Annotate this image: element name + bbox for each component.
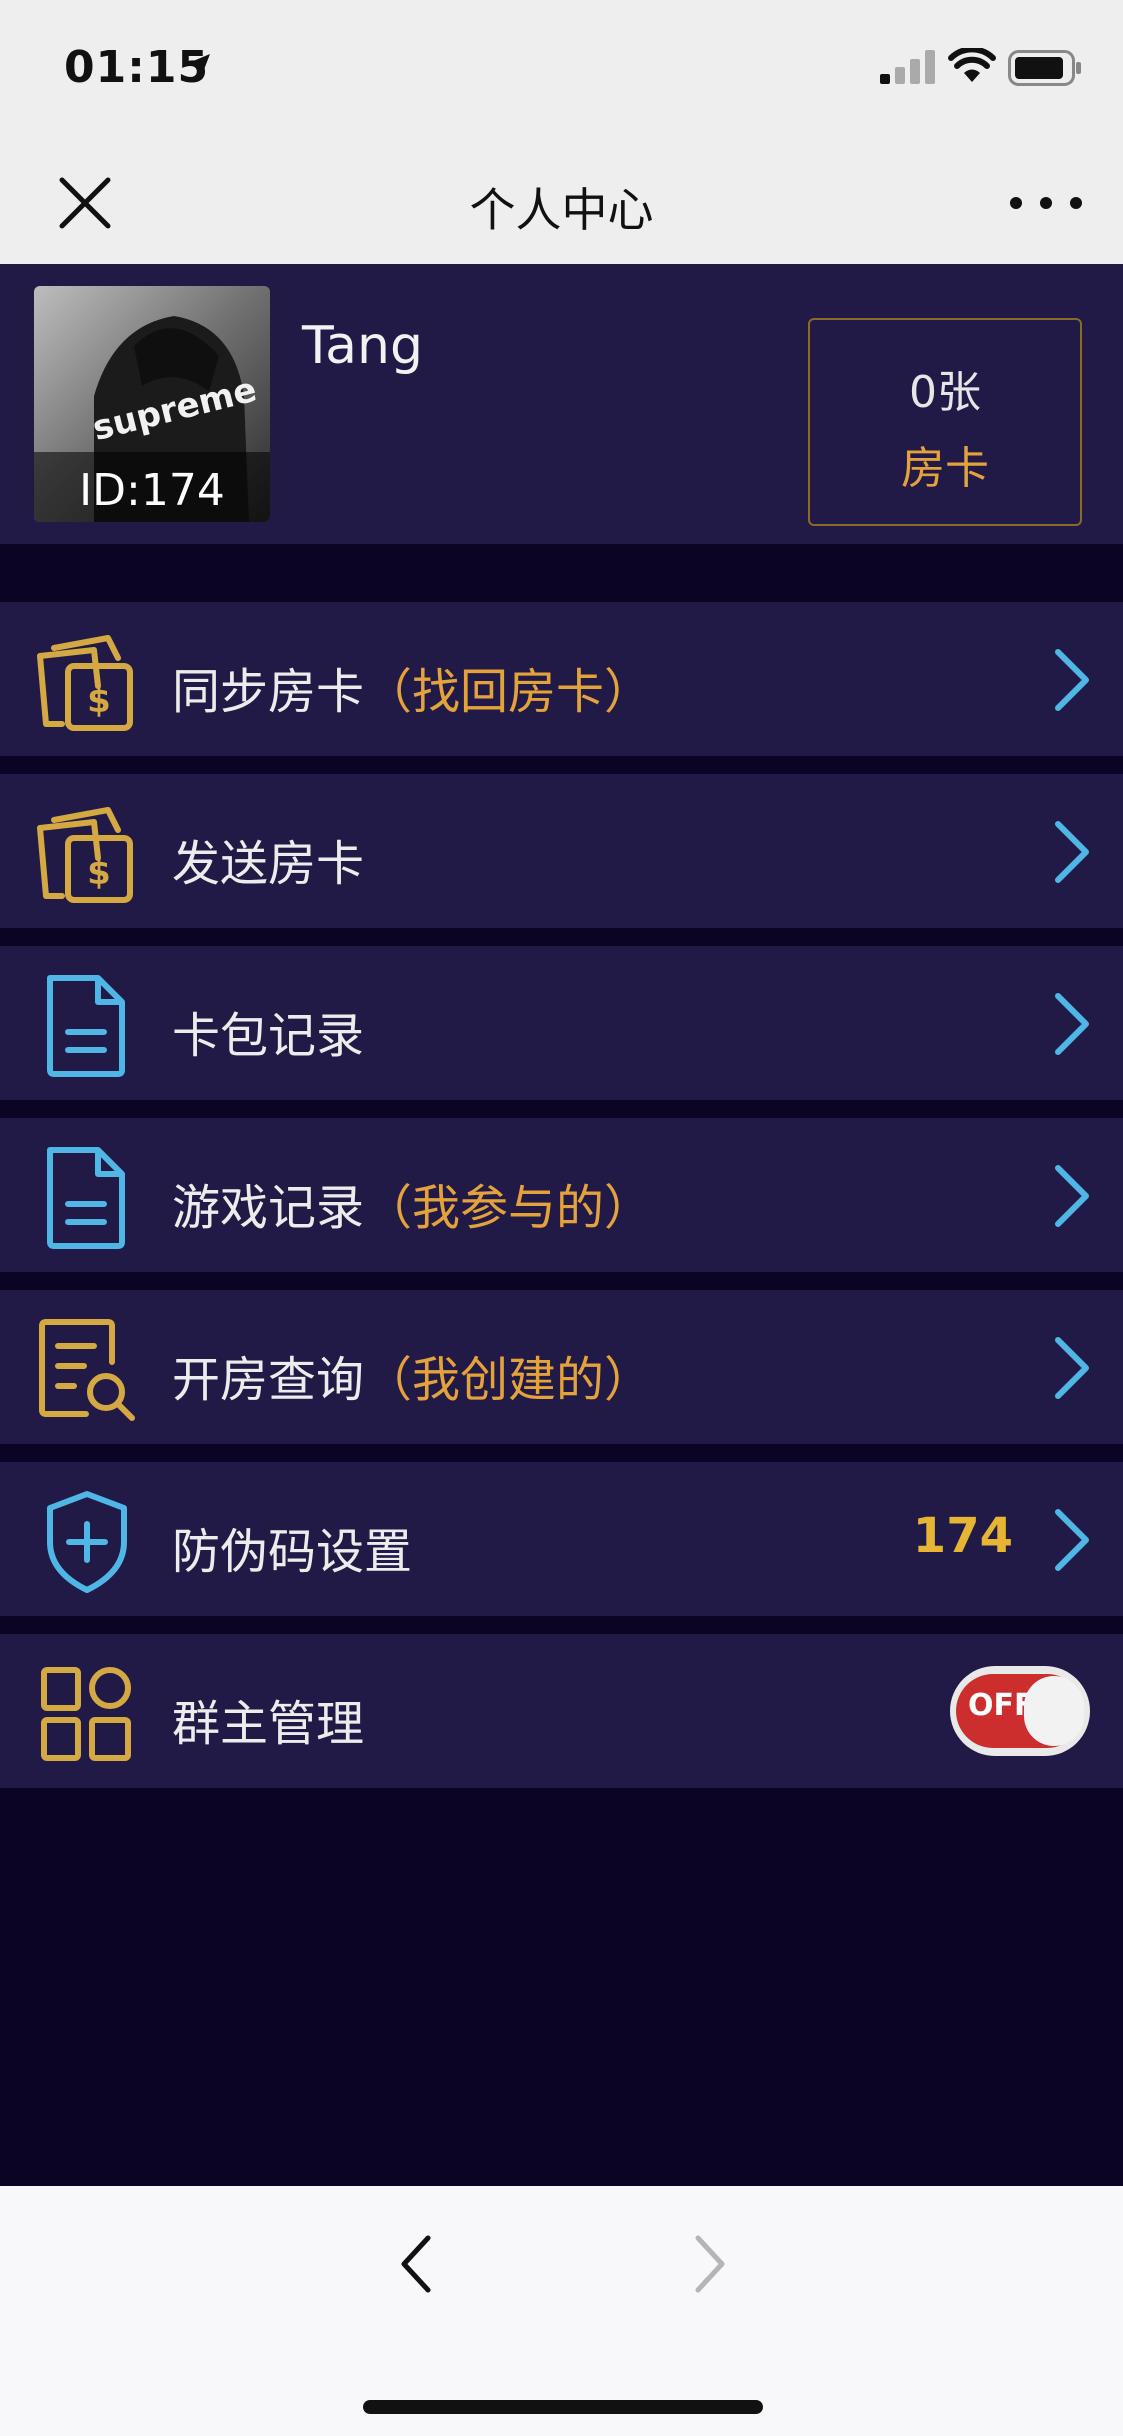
money-cards-icon: $ bbox=[37, 807, 133, 903]
svg-text:$: $ bbox=[87, 681, 111, 721]
chevron-right-icon bbox=[1055, 649, 1089, 711]
menu-item-sync-cards[interactable]: $ 同步房卡（找回房卡） bbox=[0, 602, 1123, 756]
profile-header: supreme ID:174 Tang 0张 房卡 bbox=[0, 264, 1123, 544]
menu-item-label: 游戏记录 bbox=[172, 1180, 365, 1236]
navigation-bar: 个人中心 bbox=[0, 132, 1123, 264]
username: Tang bbox=[302, 316, 423, 376]
room-card-balance[interactable]: 0张 房卡 bbox=[808, 318, 1082, 526]
chevron-right-icon bbox=[1055, 1165, 1089, 1227]
location-arrow-icon bbox=[186, 54, 210, 80]
battery-icon bbox=[1008, 50, 1081, 86]
menu-item-group-admin: 群主管理 OFF bbox=[0, 1634, 1123, 1788]
chevron-right-icon bbox=[1055, 821, 1089, 883]
home-indicator bbox=[363, 2400, 763, 2414]
money-cards-icon: $ bbox=[37, 635, 133, 731]
menu-item-card-records[interactable]: 卡包记录 bbox=[0, 946, 1123, 1100]
user-id: ID:174 bbox=[79, 465, 225, 516]
menu-item-game-records[interactable]: 游戏记录（我参与的） bbox=[0, 1118, 1123, 1272]
menu-item-label: 开房查询 bbox=[172, 1352, 365, 1408]
grid-icon bbox=[41, 1667, 131, 1761]
document-icon bbox=[47, 1147, 125, 1249]
document-icon bbox=[47, 975, 125, 1077]
toggle-knob bbox=[1024, 1676, 1084, 1746]
svg-text:$: $ bbox=[87, 853, 111, 893]
menu-item-label: 发送房卡 bbox=[172, 836, 365, 892]
shield-plus-icon bbox=[47, 1491, 127, 1593]
cellular-signal-icon bbox=[880, 50, 935, 84]
anti-fake-code-value: 174 bbox=[912, 1508, 1013, 1564]
menu-item-label: 卡包记录 bbox=[172, 1008, 365, 1064]
forward-arrow-icon[interactable] bbox=[690, 2232, 730, 2296]
menu-item-sublabel: （找回房卡） bbox=[364, 664, 653, 720]
chevron-right-icon bbox=[1055, 993, 1089, 1055]
wifi-icon bbox=[948, 48, 996, 82]
room-card-count: 0张 bbox=[909, 367, 981, 418]
chevron-right-icon bbox=[1055, 1509, 1089, 1571]
menu-item-label: 防伪码设置 bbox=[172, 1524, 413, 1580]
menu-item-sublabel: （我参与的） bbox=[364, 1180, 653, 1236]
browser-toolbar bbox=[0, 2186, 1123, 2436]
status-bar: 01:15 bbox=[0, 0, 1123, 132]
menu-item-send-cards[interactable]: $ 发送房卡 bbox=[0, 774, 1123, 928]
back-arrow-icon[interactable] bbox=[396, 2232, 436, 2296]
more-options-icon[interactable] bbox=[1006, 188, 1086, 218]
document-search-icon bbox=[39, 1319, 135, 1421]
menu-item-room-query[interactable]: 开房查询（我创建的） bbox=[0, 1290, 1123, 1444]
chevron-right-icon bbox=[1055, 1337, 1089, 1399]
menu-item-label: 群主管理 bbox=[172, 1696, 365, 1752]
page-title: 个人中心 bbox=[469, 183, 654, 237]
menu-item-sublabel: （我创建的） bbox=[364, 1352, 653, 1408]
avatar[interactable]: supreme ID:174 bbox=[34, 286, 270, 522]
menu-item-anti-fake-code[interactable]: 防伪码设置 174 bbox=[0, 1462, 1123, 1616]
menu-item-label: 同步房卡 bbox=[172, 664, 365, 720]
group-admin-toggle[interactable]: OFF bbox=[950, 1666, 1090, 1756]
room-card-label: 房卡 bbox=[901, 443, 989, 494]
